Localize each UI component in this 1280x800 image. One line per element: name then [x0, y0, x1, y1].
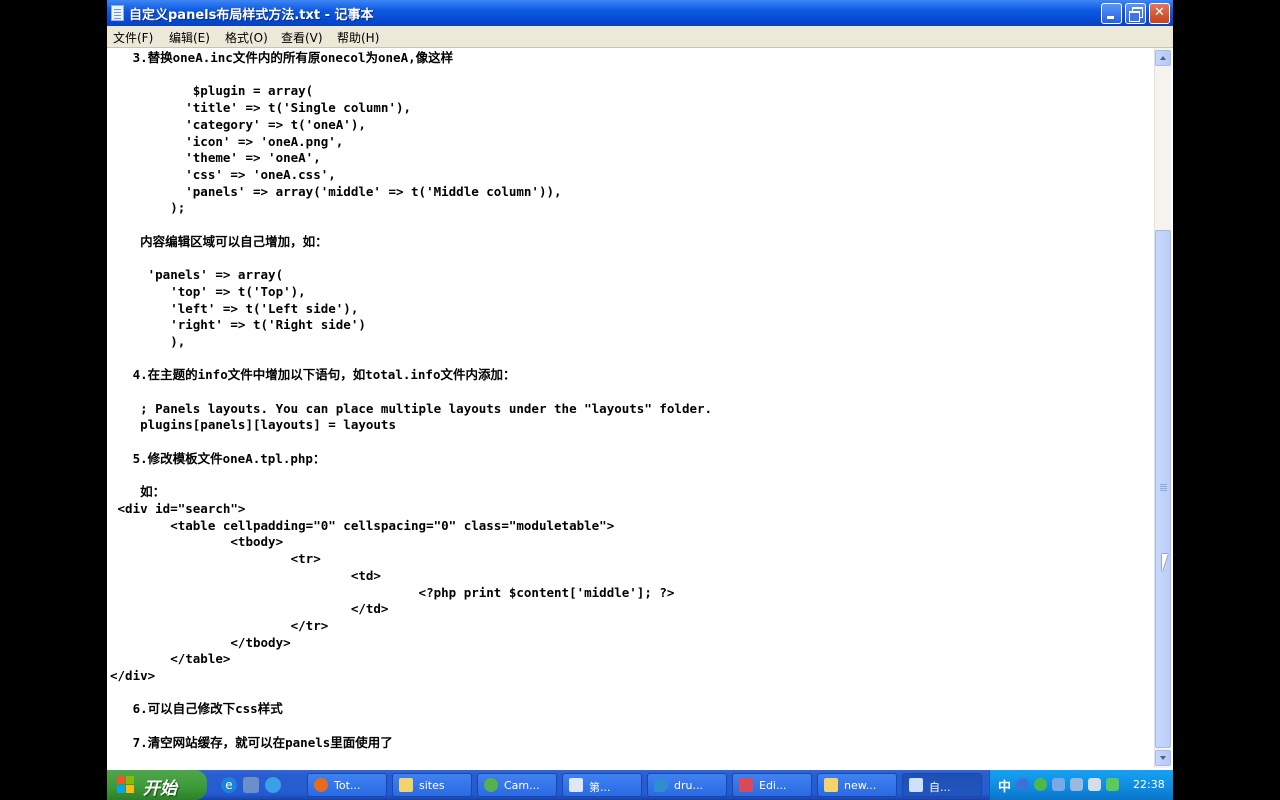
taskbar-button-label: 第... [589, 781, 611, 794]
volume-icon[interactable] [1088, 778, 1101, 791]
scroll-down-button[interactable] [1155, 750, 1171, 766]
taskbar-button-editplus[interactable]: Edi... [732, 773, 812, 797]
grip-icon [1160, 484, 1167, 485]
taskbar-button-notepad[interactable]: 自... [902, 773, 982, 797]
camtasia-icon [484, 778, 498, 792]
taskbar-button-word[interactable]: 第... [562, 773, 642, 797]
network-icon[interactable] [1070, 778, 1083, 791]
document-text[interactable]: 3.替换oneA.inc文件内的所有原onecol为oneA,像这样 $plug… [110, 50, 712, 752]
folder-icon [824, 778, 838, 792]
title-bar[interactable]: 自定义panels布局样式方法.txt - 记事本 ✕ [107, 0, 1173, 26]
notepad-icon[interactable] [111, 5, 124, 21]
taskbar-button-label: dru... [674, 779, 703, 792]
taskbar-button-camtasia[interactable]: Cam... [477, 773, 557, 797]
restore-button[interactable] [1125, 3, 1146, 24]
taskbar-button-label: Tot... [334, 779, 361, 792]
monitor-icon[interactable] [1052, 778, 1065, 791]
menu-file[interactable]: 文件(F) [113, 29, 153, 46]
taskbar-button-label: new... [844, 779, 877, 792]
logo-yellow [126, 785, 134, 793]
close-icon: ✕ [1154, 5, 1165, 20]
close-button[interactable]: ✕ [1149, 3, 1170, 24]
taskbar-button-sites[interactable]: sites [392, 773, 472, 797]
logo-green [126, 776, 134, 784]
taskbar-button-firefox[interactable]: Tot... [307, 773, 387, 797]
firefox-icon [314, 778, 328, 792]
menu-edit[interactable]: 编辑(E) [169, 29, 210, 46]
minimize-icon [1107, 16, 1114, 19]
logo-red [117, 776, 125, 784]
editplus-icon [739, 778, 753, 792]
taskbar-button-label: 自... [929, 781, 951, 794]
mouse-cursor-icon [1162, 554, 1168, 572]
minimize-button[interactable] [1101, 3, 1122, 24]
media-icon[interactable] [265, 777, 281, 793]
menu-bar: 文件(F) 编辑(E) 格式(O) 查看(V) 帮助(H) [107, 26, 1173, 48]
system-tray: 中 22:38 [989, 770, 1173, 800]
notepad-window: 自定义panels布局样式方法.txt - 记事本 ✕ 文件(F) 编辑(E) … [107, 0, 1173, 770]
explorer-icon[interactable] [243, 777, 259, 793]
menu-view[interactable]: 查看(V) [281, 29, 323, 46]
windows-logo-icon [117, 776, 135, 794]
scroll-up-button[interactable] [1155, 50, 1171, 66]
signal-bars-icon[interactable] [1106, 778, 1119, 791]
clock[interactable]: 22:38 [1133, 778, 1165, 791]
ime-indicator[interactable]: 中 [998, 776, 1011, 795]
restore-icon-back [1129, 11, 1140, 22]
taskbar-button-new-folder[interactable]: new... [817, 773, 897, 797]
word-doc-icon [569, 778, 583, 792]
menu-help[interactable]: 帮助(H) [337, 29, 379, 46]
ie-icon[interactable]: e [221, 777, 237, 793]
taskbar-button-label: Cam... [504, 779, 540, 792]
start-label: 开始 [143, 779, 177, 799]
logo-blue [117, 785, 125, 793]
window-title: 自定义panels布局样式方法.txt - 记事本 [129, 8, 374, 23]
text-editor[interactable]: 3.替换oneA.inc文件内的所有原onecol为oneA,像这样 $plug… [107, 48, 1154, 770]
vertical-scrollbar[interactable] [1154, 48, 1171, 768]
ime-mode-icon[interactable] [1016, 778, 1029, 791]
network-status-icon[interactable] [1034, 778, 1047, 791]
scroll-thumb[interactable] [1155, 230, 1171, 748]
menu-format[interactable]: 格式(O) [225, 29, 268, 46]
taskbar-button-drupal[interactable]: dru... [647, 773, 727, 797]
notepad-icon [909, 778, 923, 792]
taskbar: 开始 e Tot... sites Cam... 第... dru... Edi… [107, 770, 1173, 800]
taskbar-button-label: Edi... [759, 779, 787, 792]
drupal-icon [654, 778, 668, 792]
folder-icon [399, 778, 413, 792]
start-button[interactable]: 开始 [107, 770, 207, 800]
taskbar-button-label: sites [419, 779, 445, 792]
